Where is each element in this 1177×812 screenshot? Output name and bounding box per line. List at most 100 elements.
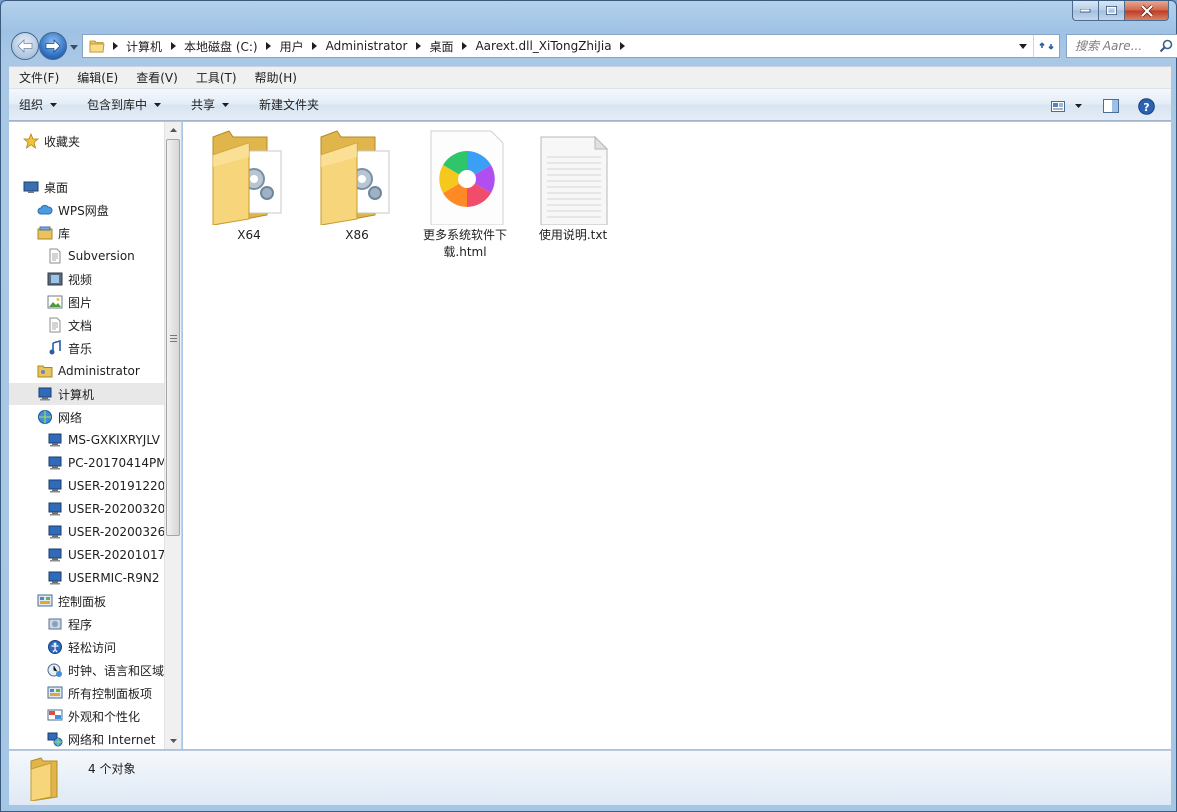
chevron-down-icon bbox=[1019, 43, 1027, 49]
tree-item[interactable]: 网络和 Internet bbox=[9, 728, 165, 749]
details-pane: 4 个对象 bbox=[9, 750, 1171, 805]
tree-item[interactable]: USERMIC-R9N2 bbox=[9, 567, 165, 589]
tree-item-label: Administrator bbox=[58, 364, 140, 378]
breadcrumb-chevron-icon[interactable] bbox=[617, 42, 629, 50]
chevron-down-icon bbox=[70, 44, 78, 50]
breadcrumb-current-folder[interactable]: Aarext.dll_XiTongZhiJia bbox=[470, 39, 616, 53]
help-button[interactable]: ? bbox=[1136, 93, 1156, 119]
breadcrumb-chevron-icon[interactable] bbox=[167, 42, 179, 50]
preview-pane-button[interactable] bbox=[1101, 93, 1121, 119]
tree-item[interactable]: USER-20201017I bbox=[9, 544, 165, 566]
menu-edit[interactable]: 编辑(E) bbox=[67, 67, 126, 89]
file-name: 使用说明.txt bbox=[538, 228, 608, 242]
breadcrumb-chevron-icon[interactable] bbox=[412, 42, 424, 50]
folder-icon bbox=[89, 40, 105, 53]
computer-icon bbox=[37, 386, 53, 402]
breadcrumb-administrator[interactable]: Administrator bbox=[321, 39, 413, 53]
menu-view[interactable]: 查看(V) bbox=[126, 67, 186, 89]
tree-item[interactable]: USER-20191220I bbox=[9, 475, 165, 497]
music-icon bbox=[47, 340, 63, 356]
tree-item[interactable]: 音乐 bbox=[9, 337, 165, 359]
tree-item[interactable]: 库 bbox=[9, 222, 165, 244]
address-bar[interactable]: 计算机 本地磁盘 (C:) 用户 Administrator 桌面 Aarext… bbox=[82, 34, 1060, 58]
svg-text:?: ? bbox=[1143, 100, 1149, 113]
tree-item[interactable]: 轻松访问 bbox=[9, 636, 165, 658]
tree-item[interactable]: USER-20200326 bbox=[9, 521, 165, 543]
control-panel-icon bbox=[47, 685, 63, 701]
tree-item[interactable]: PC-20170414PM bbox=[9, 452, 165, 474]
menu-file[interactable]: 文件(F) bbox=[9, 67, 67, 89]
tree-item-label: 视频 bbox=[68, 272, 93, 287]
back-button[interactable] bbox=[11, 32, 39, 60]
tree-item-label: 程序 bbox=[68, 617, 93, 632]
file-item-x86[interactable]: X86 bbox=[307, 127, 407, 244]
tree-item[interactable]: 计算机 bbox=[9, 383, 165, 405]
scroll-down-button[interactable] bbox=[165, 733, 181, 749]
search-input[interactable] bbox=[1075, 39, 1163, 53]
tree-item[interactable]: USER-20200320 bbox=[9, 498, 165, 520]
breadcrumb-root[interactable] bbox=[109, 35, 121, 57]
new-folder-button[interactable]: 新建文件夹 bbox=[249, 92, 329, 118]
change-view-button[interactable] bbox=[1047, 93, 1069, 119]
tree-item[interactable]: Administrator bbox=[9, 360, 165, 382]
menu-tools[interactable]: 工具(T) bbox=[186, 67, 245, 89]
navigation-pane-scrollbar[interactable] bbox=[164, 122, 181, 749]
tree-item-label: 库 bbox=[58, 226, 71, 241]
tree-item[interactable]: 桌面 bbox=[9, 176, 165, 198]
scroll-up-button[interactable] bbox=[165, 122, 181, 138]
control-panel-icon bbox=[37, 593, 53, 609]
file-item-txt[interactable]: 使用说明.txt bbox=[523, 127, 623, 244]
tree-item[interactable]: 网络 bbox=[9, 406, 165, 428]
forward-button[interactable] bbox=[39, 32, 67, 60]
refresh-button[interactable] bbox=[1033, 35, 1059, 57]
breadcrumb-computer[interactable]: 计算机 bbox=[121, 38, 167, 55]
preview-pane-icon bbox=[1103, 99, 1119, 113]
video-icon bbox=[47, 271, 63, 287]
chevron-down-icon bbox=[50, 102, 58, 107]
tree-item[interactable]: 外观和个性化 bbox=[9, 705, 165, 727]
tree-item[interactable]: 时钟、语言和区域 bbox=[9, 659, 165, 681]
document-icon bbox=[47, 317, 63, 333]
breadcrumb-desktop[interactable]: 桌面 bbox=[424, 38, 458, 55]
view-options-dropdown[interactable] bbox=[1071, 93, 1085, 119]
menu-help[interactable]: 帮助(H) bbox=[245, 67, 305, 89]
tree-item[interactable]: 文档 bbox=[9, 314, 165, 336]
share-button[interactable]: 共享 bbox=[181, 92, 239, 118]
include-in-library-button[interactable]: 包含到库中 bbox=[77, 92, 171, 118]
search-icon[interactable] bbox=[1159, 39, 1173, 53]
tree-item[interactable]: 程序 bbox=[9, 613, 165, 635]
include-in-library-label: 包含到库中 bbox=[87, 98, 148, 112]
tree-item[interactable]: MS-GXKIXRYJLV bbox=[9, 429, 165, 451]
file-name: 更多系统软件下载.html bbox=[422, 228, 507, 259]
tree-item[interactable]: 控制面板 bbox=[9, 590, 165, 612]
breadcrumb-local-disk[interactable]: 本地磁盘 (C:) bbox=[179, 38, 263, 55]
tree-item[interactable]: WPS网盘 bbox=[9, 199, 165, 221]
breadcrumb-chevron-icon[interactable] bbox=[309, 42, 321, 50]
chevron-down-icon bbox=[154, 102, 162, 107]
breadcrumb-users[interactable]: 用户 bbox=[275, 38, 309, 55]
picture-icon bbox=[47, 294, 63, 310]
address-history-dropdown[interactable] bbox=[1015, 35, 1031, 57]
tree-item-label: USER-20200320 bbox=[68, 502, 165, 516]
computer-icon bbox=[47, 478, 63, 494]
tree-item[interactable]: Subversion bbox=[9, 245, 165, 267]
file-item-html[interactable]: 更多系统软件下载.html bbox=[415, 127, 515, 261]
scrollbar-thumb[interactable] bbox=[166, 139, 180, 536]
refresh-icon bbox=[1038, 42, 1054, 50]
recent-pages-dropdown[interactable] bbox=[68, 41, 80, 53]
tree-item[interactable]: 视频 bbox=[9, 268, 165, 290]
tree-item[interactable]: 所有控制面板项 bbox=[9, 682, 165, 704]
computer-icon bbox=[47, 547, 63, 563]
minimize-button[interactable] bbox=[1072, 1, 1099, 21]
breadcrumb-chevron-icon[interactable] bbox=[458, 42, 470, 50]
file-item-x64[interactable]: X64 bbox=[199, 127, 299, 244]
tree-item[interactable]: 图片 bbox=[9, 291, 165, 313]
breadcrumb[interactable]: 计算机 本地磁盘 (C:) 用户 Administrator 桌面 Aarext… bbox=[121, 35, 629, 57]
help-icon: ? bbox=[1137, 97, 1155, 115]
organize-button[interactable]: 组织 bbox=[9, 92, 67, 118]
search-box[interactable] bbox=[1066, 34, 1177, 58]
maximize-button[interactable] bbox=[1099, 1, 1125, 21]
close-button[interactable] bbox=[1125, 1, 1169, 21]
breadcrumb-chevron-icon[interactable] bbox=[263, 42, 275, 50]
tree-item[interactable]: 收藏夹 bbox=[9, 130, 165, 152]
